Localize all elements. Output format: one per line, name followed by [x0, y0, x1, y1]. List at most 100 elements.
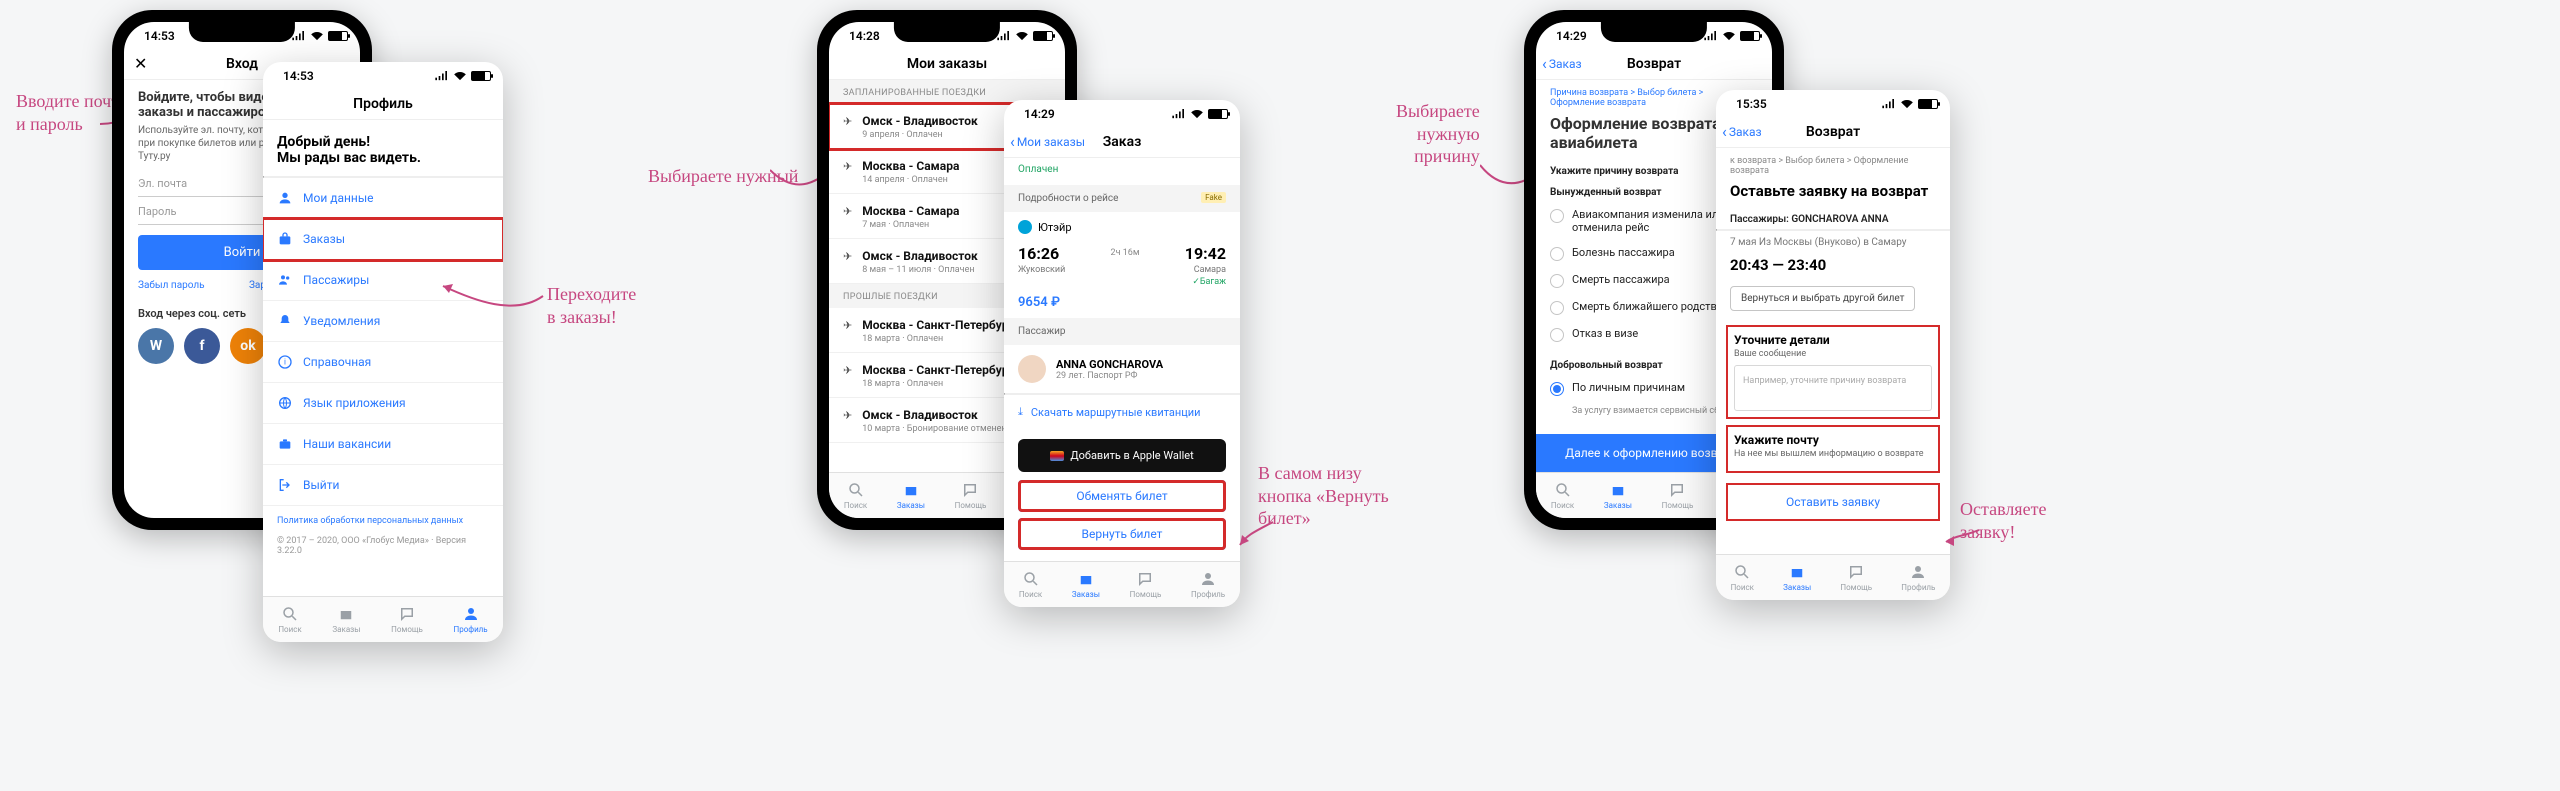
trip-route: Москва - Санкт-Петербург — [862, 318, 1013, 332]
trip-meta: 18 марта · Оплачен — [862, 379, 1013, 389]
passengers-label: Пассажиры: GONCHAROVA ANNA — [1716, 208, 1950, 229]
tab-help[interactable]: Помощь — [1662, 481, 1694, 510]
people-icon — [277, 272, 293, 288]
details-sub: Ваше сообщение — [1734, 349, 1932, 359]
annotation-pick-reason: Выбираете нужную причину — [1396, 100, 1480, 168]
plane-icon: ✈ — [843, 319, 852, 332]
plane-icon: ✈ — [843, 250, 852, 263]
svg-text:i: i — [284, 358, 286, 367]
close-icon[interactable]: ✕ — [134, 54, 147, 73]
tab-label: Помощь — [391, 625, 423, 634]
tab-label: Помощь — [1840, 583, 1872, 592]
menu-vacancies[interactable]: Наши вакансии — [263, 424, 503, 465]
back-button[interactable]: ‹Мои заказы — [1010, 132, 1085, 151]
tab-search[interactable]: Поиск — [1019, 570, 1042, 599]
details-block: Уточните детали Ваше сообщение Например,… — [1726, 325, 1940, 419]
privacy-link[interactable]: Политика обработки персональных данных — [263, 506, 503, 536]
download-link[interactable]: ⤓ Скачать маршрутные квитанции — [1004, 395, 1240, 429]
signal-icon — [1882, 99, 1896, 109]
page-title: Оставьте заявку на возврат — [1716, 178, 1950, 208]
annotation-leave-request: Оставляете заявку! — [1960, 498, 2046, 543]
menu-logout[interactable]: Выйти — [263, 465, 503, 506]
menu-label: Мои данные — [303, 191, 374, 205]
vk-button[interactable]: W — [138, 328, 174, 364]
trip-meta: 7 мая · Оплачен — [862, 220, 959, 230]
nav-title: Заказ — [1103, 134, 1142, 150]
tab-orders[interactable]: Заказы — [897, 481, 925, 510]
reason-label: Смерть пассажира — [1572, 273, 1670, 286]
route-times: 20:43 — 23:40 — [1716, 252, 1950, 282]
forgot-link[interactable]: Забыл пароль — [138, 280, 205, 291]
wifi-icon — [1900, 99, 1914, 109]
price: 9654 ₽ — [1004, 287, 1240, 318]
nav-title: Профиль — [353, 96, 413, 112]
trip-route: Москва - Самара — [862, 204, 959, 218]
signal-icon — [435, 71, 449, 81]
wallet-icon — [1050, 451, 1064, 461]
tab-help[interactable]: Помощь — [391, 605, 423, 634]
tab-orders[interactable]: Заказы — [1072, 570, 1100, 599]
back-button[interactable]: ‹Заказ — [1542, 54, 1582, 73]
tab-label: Заказы — [332, 625, 360, 634]
email-block: Укажите почту На нее мы вышлем информаци… — [1726, 425, 1940, 473]
back-button[interactable]: ‹Заказ — [1722, 122, 1762, 141]
ok-button[interactable]: ok — [230, 328, 266, 364]
wifi-icon — [453, 71, 467, 81]
radio-icon — [1550, 247, 1564, 261]
menu-help[interactable]: i Справочная — [263, 342, 503, 383]
trip-route: Омск - Владивосток — [862, 408, 1012, 422]
tab-search[interactable]: Поиск — [278, 605, 301, 634]
menu-label: Уведомления — [303, 314, 380, 328]
submit-button[interactable]: Оставить заявку — [1726, 483, 1940, 521]
tab-profile[interactable]: Профиль — [1191, 570, 1225, 599]
tab-profile[interactable]: Профиль — [1901, 563, 1935, 592]
tab-orders[interactable]: Заказы — [1604, 481, 1632, 510]
trip-route: Москва - Санкт-Петербург — [862, 363, 1013, 377]
radio-icon — [1550, 209, 1564, 223]
nav-title: Мои заказы — [907, 56, 987, 72]
tab-label: Помощь — [955, 501, 987, 510]
return-button[interactable]: Вернуть билет — [1018, 518, 1226, 550]
plane-icon: ✈ — [843, 205, 852, 218]
nav-title: Вход — [226, 56, 258, 72]
tab-label: Профиль — [1901, 583, 1935, 592]
choose-other-button[interactable]: Вернуться и выбрать другой билет — [1730, 286, 1915, 311]
wifi-icon — [310, 31, 324, 41]
overlay-order-detail: 14:29 ‹Мои заказы Заказ Оплачен Подробно… — [1004, 100, 1240, 607]
status-bar: 14:53 — [263, 62, 503, 88]
tab-help[interactable]: Помощь — [1840, 563, 1872, 592]
menu-language[interactable]: Язык приложения — [263, 383, 503, 424]
fb-button[interactable]: f — [184, 328, 220, 364]
trip-route: Омск - Владивосток — [862, 114, 978, 128]
battery-icon — [1740, 31, 1760, 41]
airline-name: Ютэйр — [1038, 221, 1072, 234]
passenger-row[interactable]: ANNA GONCHAROVA29 лет. Паспорт РФ — [1004, 345, 1240, 393]
battery-icon — [328, 31, 348, 41]
breadcrumbs: к возврата > Выбор билета > Оформление в… — [1716, 148, 1950, 178]
exchange-button[interactable]: Обменять билет — [1018, 480, 1226, 512]
status-time: 14:53 — [283, 69, 314, 83]
tab-profile[interactable]: Профиль — [454, 605, 488, 634]
signal-icon — [1172, 109, 1186, 119]
passenger-header: Пассажир — [1004, 318, 1240, 345]
menu-my-data[interactable]: Мои данные — [263, 178, 503, 219]
menu-notifications[interactable]: Уведомления — [263, 301, 503, 342]
menu-label: Наши вакансии — [303, 437, 391, 451]
menu-passengers[interactable]: Пассажиры — [263, 260, 503, 301]
nav-title: Возврат — [1627, 56, 1681, 72]
tab-search[interactable]: Поиск — [1731, 563, 1754, 592]
tab-search[interactable]: Поиск — [1551, 481, 1574, 510]
menu-orders[interactable]: Заказы — [263, 219, 503, 260]
tab-orders[interactable]: Заказы — [332, 605, 360, 634]
status-time: 14:29 — [1556, 29, 1587, 43]
tab-help[interactable]: Помощь — [1130, 570, 1162, 599]
tab-search[interactable]: Поиск — [844, 481, 867, 510]
dep-place: Жуковский — [1018, 265, 1065, 275]
plane-icon: ✈ — [843, 160, 852, 173]
battery-icon — [1208, 109, 1228, 119]
wallet-button[interactable]: Добавить в Apple Wallet — [1018, 439, 1226, 472]
details-textarea[interactable]: Например, уточните причину возврата — [1734, 365, 1932, 411]
status-time: 14:29 — [1024, 107, 1055, 121]
tab-help[interactable]: Помощь — [955, 481, 987, 510]
tab-orders[interactable]: Заказы — [1783, 563, 1811, 592]
